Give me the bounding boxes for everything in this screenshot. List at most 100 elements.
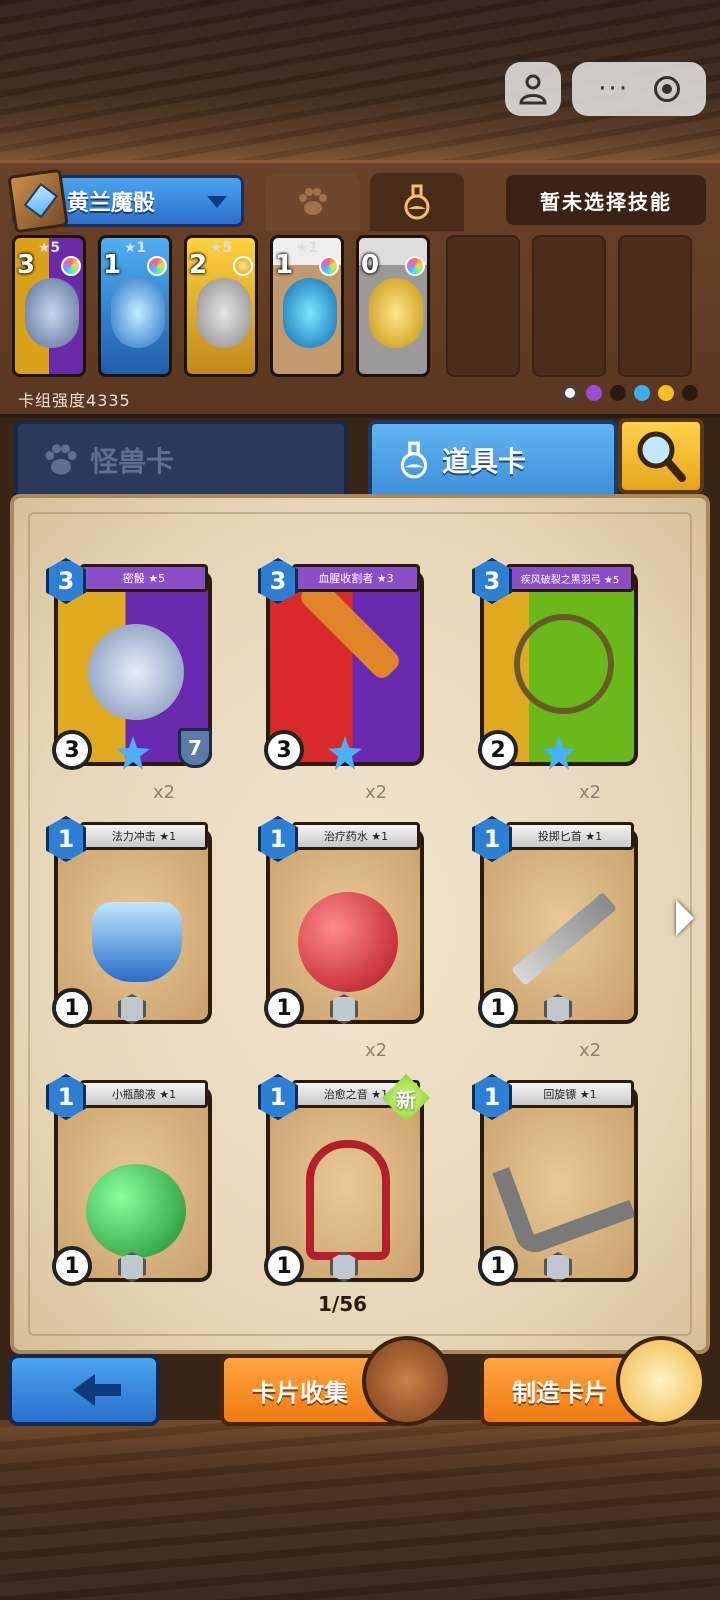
tab-item-skills[interactable]	[370, 173, 464, 231]
paw-icon	[45, 444, 77, 475]
item-card[interactable]: 3 血腥收割者 ★3 3	[258, 558, 424, 770]
card-multiplier: x2	[364, 1040, 388, 1061]
mana-potion-art	[92, 902, 182, 982]
deck-card[interactable]: ★1 1	[98, 235, 172, 377]
card-count: 2	[189, 250, 208, 280]
tab-monster-skills[interactable]	[266, 173, 360, 231]
card-count: 1	[275, 250, 294, 280]
search-button[interactable]	[618, 418, 704, 494]
card-attack: 1	[478, 1246, 518, 1286]
item-card[interactable]: x2 1 回旋镖 ★1 1	[472, 1040, 638, 1286]
back-button[interactable]	[8, 1354, 160, 1426]
card-attack: 1	[52, 988, 92, 1028]
wood-footer-background	[0, 1420, 720, 1600]
deck-card[interactable]: ★5 2	[184, 235, 258, 377]
card-attack: 1	[264, 988, 304, 1028]
card-book-icon	[362, 1336, 452, 1426]
deck-strength-value: 4335	[86, 391, 131, 410]
item-card[interactable]: x2 1 投掷匕首 ★1 1	[472, 782, 638, 1028]
paw-jar-icon	[616, 1336, 706, 1426]
tab-item-cards[interactable]: 道具卡	[368, 420, 618, 496]
card-attack: 1	[478, 988, 518, 1028]
potion-icon	[404, 184, 430, 220]
card-attack: 3	[52, 730, 92, 770]
item-card[interactable]: 3 密骰 ★5 3 7	[46, 558, 212, 770]
red-potion-art	[298, 892, 398, 992]
card-count: 1	[103, 250, 122, 280]
deck-strength: 卡组强度4335	[18, 387, 131, 411]
card-name: 法力冲击 ★1	[80, 822, 208, 850]
dice-orb-art	[88, 624, 184, 720]
dagger-art	[510, 892, 618, 986]
page-counter: 1/56	[318, 1292, 368, 1316]
close-target-icon[interactable]	[653, 76, 680, 102]
item-card[interactable]: 3 疾风破裂之黑羽弓 ★5 2	[472, 558, 638, 770]
gold-element-icon	[658, 385, 674, 401]
select-skill-button[interactable]: 暂未选择技能	[506, 175, 706, 225]
item-card[interactable]: x2 1 治疗药水 ★1 1	[258, 782, 424, 1028]
card-name: 治疗药水 ★1	[292, 822, 420, 850]
back-arrow-icon	[73, 1374, 121, 1406]
potion-icon	[400, 441, 428, 479]
deck-panel: 黄兰魔骰 暂未选择技能 ★5 3 ★1 1 ★5 2 ★1 1 ★1 0 卡组强…	[0, 160, 720, 418]
card-name: 疾风破裂之黑羽弓 ★5	[506, 564, 634, 592]
item-card[interactable]: 1 小瓶酸液 ★1 1	[46, 1074, 212, 1286]
neutral-element-icon	[562, 385, 578, 401]
gold-medallion-icon	[369, 278, 423, 348]
tab-monster-cards[interactable]: 怪兽卡	[14, 420, 348, 496]
gold-gem-icon	[233, 256, 253, 276]
more-menu-button[interactable]: ···	[598, 76, 629, 102]
empty-deck-slot[interactable]	[446, 235, 520, 377]
black-feather-bow-art	[514, 614, 614, 714]
card-multiplier: x2	[152, 782, 176, 803]
deck-card[interactable]: ★1 1	[270, 235, 344, 377]
card-attack: 3	[264, 730, 304, 770]
dice-orb-icon	[25, 278, 79, 348]
acid-flask-art	[86, 1164, 186, 1258]
card-multiplier: x2	[578, 782, 602, 803]
card-collection-label: 卡片收集	[252, 1378, 348, 1407]
card-multiplier: x2	[578, 1040, 602, 1061]
bow-icon	[111, 278, 165, 348]
card-count: 3	[17, 250, 36, 280]
item-card[interactable]: x2 1 治愈之音 ★1 新 1	[258, 1040, 430, 1286]
rainbow-gem-icon	[319, 256, 339, 276]
paw-icon	[299, 188, 327, 215]
card-attack: 1	[264, 1246, 304, 1286]
card-attack: 1	[52, 1246, 92, 1286]
water-element-icon	[634, 385, 650, 401]
rainbow-gem-icon	[61, 256, 81, 276]
rainbow-gem-icon	[147, 256, 167, 276]
card-multiplier: x2	[364, 782, 388, 803]
deck-strength-label: 卡组强度	[18, 391, 87, 410]
deck-card[interactable]: ★5 3	[12, 235, 86, 377]
tab-item-label: 道具卡	[442, 445, 527, 478]
card-name: 小瓶酸液 ★1	[80, 1080, 208, 1108]
magnifier-icon	[637, 431, 686, 482]
card-name: 血腥收割者 ★3	[292, 564, 420, 592]
card-name: 投掷匕首 ★1	[506, 822, 634, 850]
card-count: 0	[361, 250, 380, 280]
deck-book-icon	[7, 168, 69, 234]
dragon-harp-art	[306, 1140, 390, 1260]
profile-capsule-button[interactable]	[505, 62, 561, 116]
empty-deck-slot[interactable]	[532, 235, 606, 377]
empty-deck-slot[interactable]	[618, 235, 692, 377]
arcane-element-icon	[586, 385, 602, 401]
mini-program-capsule: ···	[572, 62, 706, 116]
deck-name: 黄兰魔骰	[67, 191, 156, 216]
deck-selector-dropdown[interactable]: 黄兰魔骰	[7, 168, 244, 234]
dark-element-icon	[610, 385, 626, 401]
next-page-arrow-icon[interactable]	[676, 900, 694, 936]
deck-element-icons	[562, 385, 698, 401]
card-name: 密骰 ★5	[80, 564, 208, 592]
rainbow-gem-icon	[405, 256, 425, 276]
card-attack: 2	[478, 730, 518, 770]
person-icon	[519, 74, 547, 105]
item-card[interactable]: x2 1 法力冲击 ★1 1	[46, 782, 212, 1028]
blue-egg-icon	[283, 278, 337, 348]
boomerang-art	[492, 1132, 634, 1258]
stone-mask-icon	[197, 278, 251, 348]
deck-card[interactable]: ★1 0	[356, 235, 430, 377]
chevron-down-icon	[207, 196, 227, 208]
